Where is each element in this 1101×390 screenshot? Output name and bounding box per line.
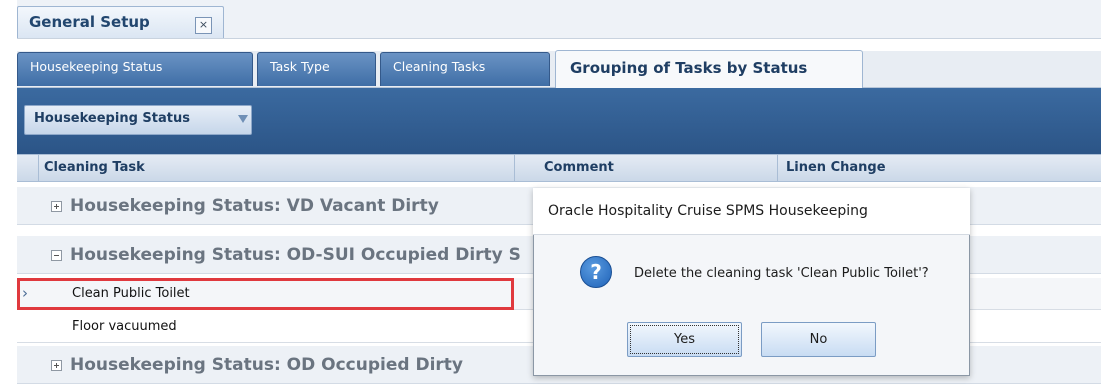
document-tab-title: General Setup <box>29 13 150 31</box>
tab-task-type[interactable]: Task Type <box>257 52 376 86</box>
no-button[interactable]: No <box>761 322 876 357</box>
document-tab-general-setup[interactable]: General Setup × <box>17 6 224 38</box>
header-separator <box>38 155 39 181</box>
selection-highlight <box>17 278 514 310</box>
dialog-message: Delete the cleaning task 'Clean Public T… <box>634 266 929 281</box>
dialog-title: Oracle Hospitality Cruise SPMS Housekeep… <box>548 203 868 219</box>
window-left-edge <box>0 0 17 390</box>
header-separator <box>777 155 778 181</box>
question-icon: ? <box>580 256 612 288</box>
group-row-label: Housekeeping Status: OD Occupied Dirty <box>70 355 463 375</box>
tab-housekeeping-status[interactable]: Housekeeping Status <box>17 52 253 86</box>
group-by-housekeeping-status-chip[interactable]: Housekeeping Status <box>24 105 252 135</box>
filter-dropdown-icon[interactable] <box>238 115 248 123</box>
column-header-linen-change[interactable]: Linen Change <box>786 160 886 175</box>
expand-icon[interactable] <box>51 201 62 212</box>
group-row-label: Housekeeping Status: VD Vacant Dirty <box>70 196 439 216</box>
group-by-chip-label: Housekeeping Status <box>34 111 190 126</box>
tab-cleaning-tasks[interactable]: Cleaning Tasks <box>380 52 550 86</box>
group-row-label: Housekeeping Status: OD-SUI Occupied Dir… <box>70 245 521 265</box>
column-header-comment[interactable]: Comment <box>544 160 614 175</box>
header-separator <box>514 155 515 181</box>
expand-icon[interactable] <box>51 360 62 371</box>
close-icon[interactable]: × <box>195 17 212 34</box>
column-header-cleaning-task[interactable]: Cleaning Task <box>44 160 145 175</box>
collapse-icon[interactable] <box>51 250 62 261</box>
cell-cleaning-task[interactable]: Floor vacuumed <box>72 319 177 334</box>
tab-grouping-of-tasks-by-status[interactable]: Grouping of Tasks by Status <box>555 50 863 88</box>
yes-button[interactable]: Yes <box>627 322 742 357</box>
